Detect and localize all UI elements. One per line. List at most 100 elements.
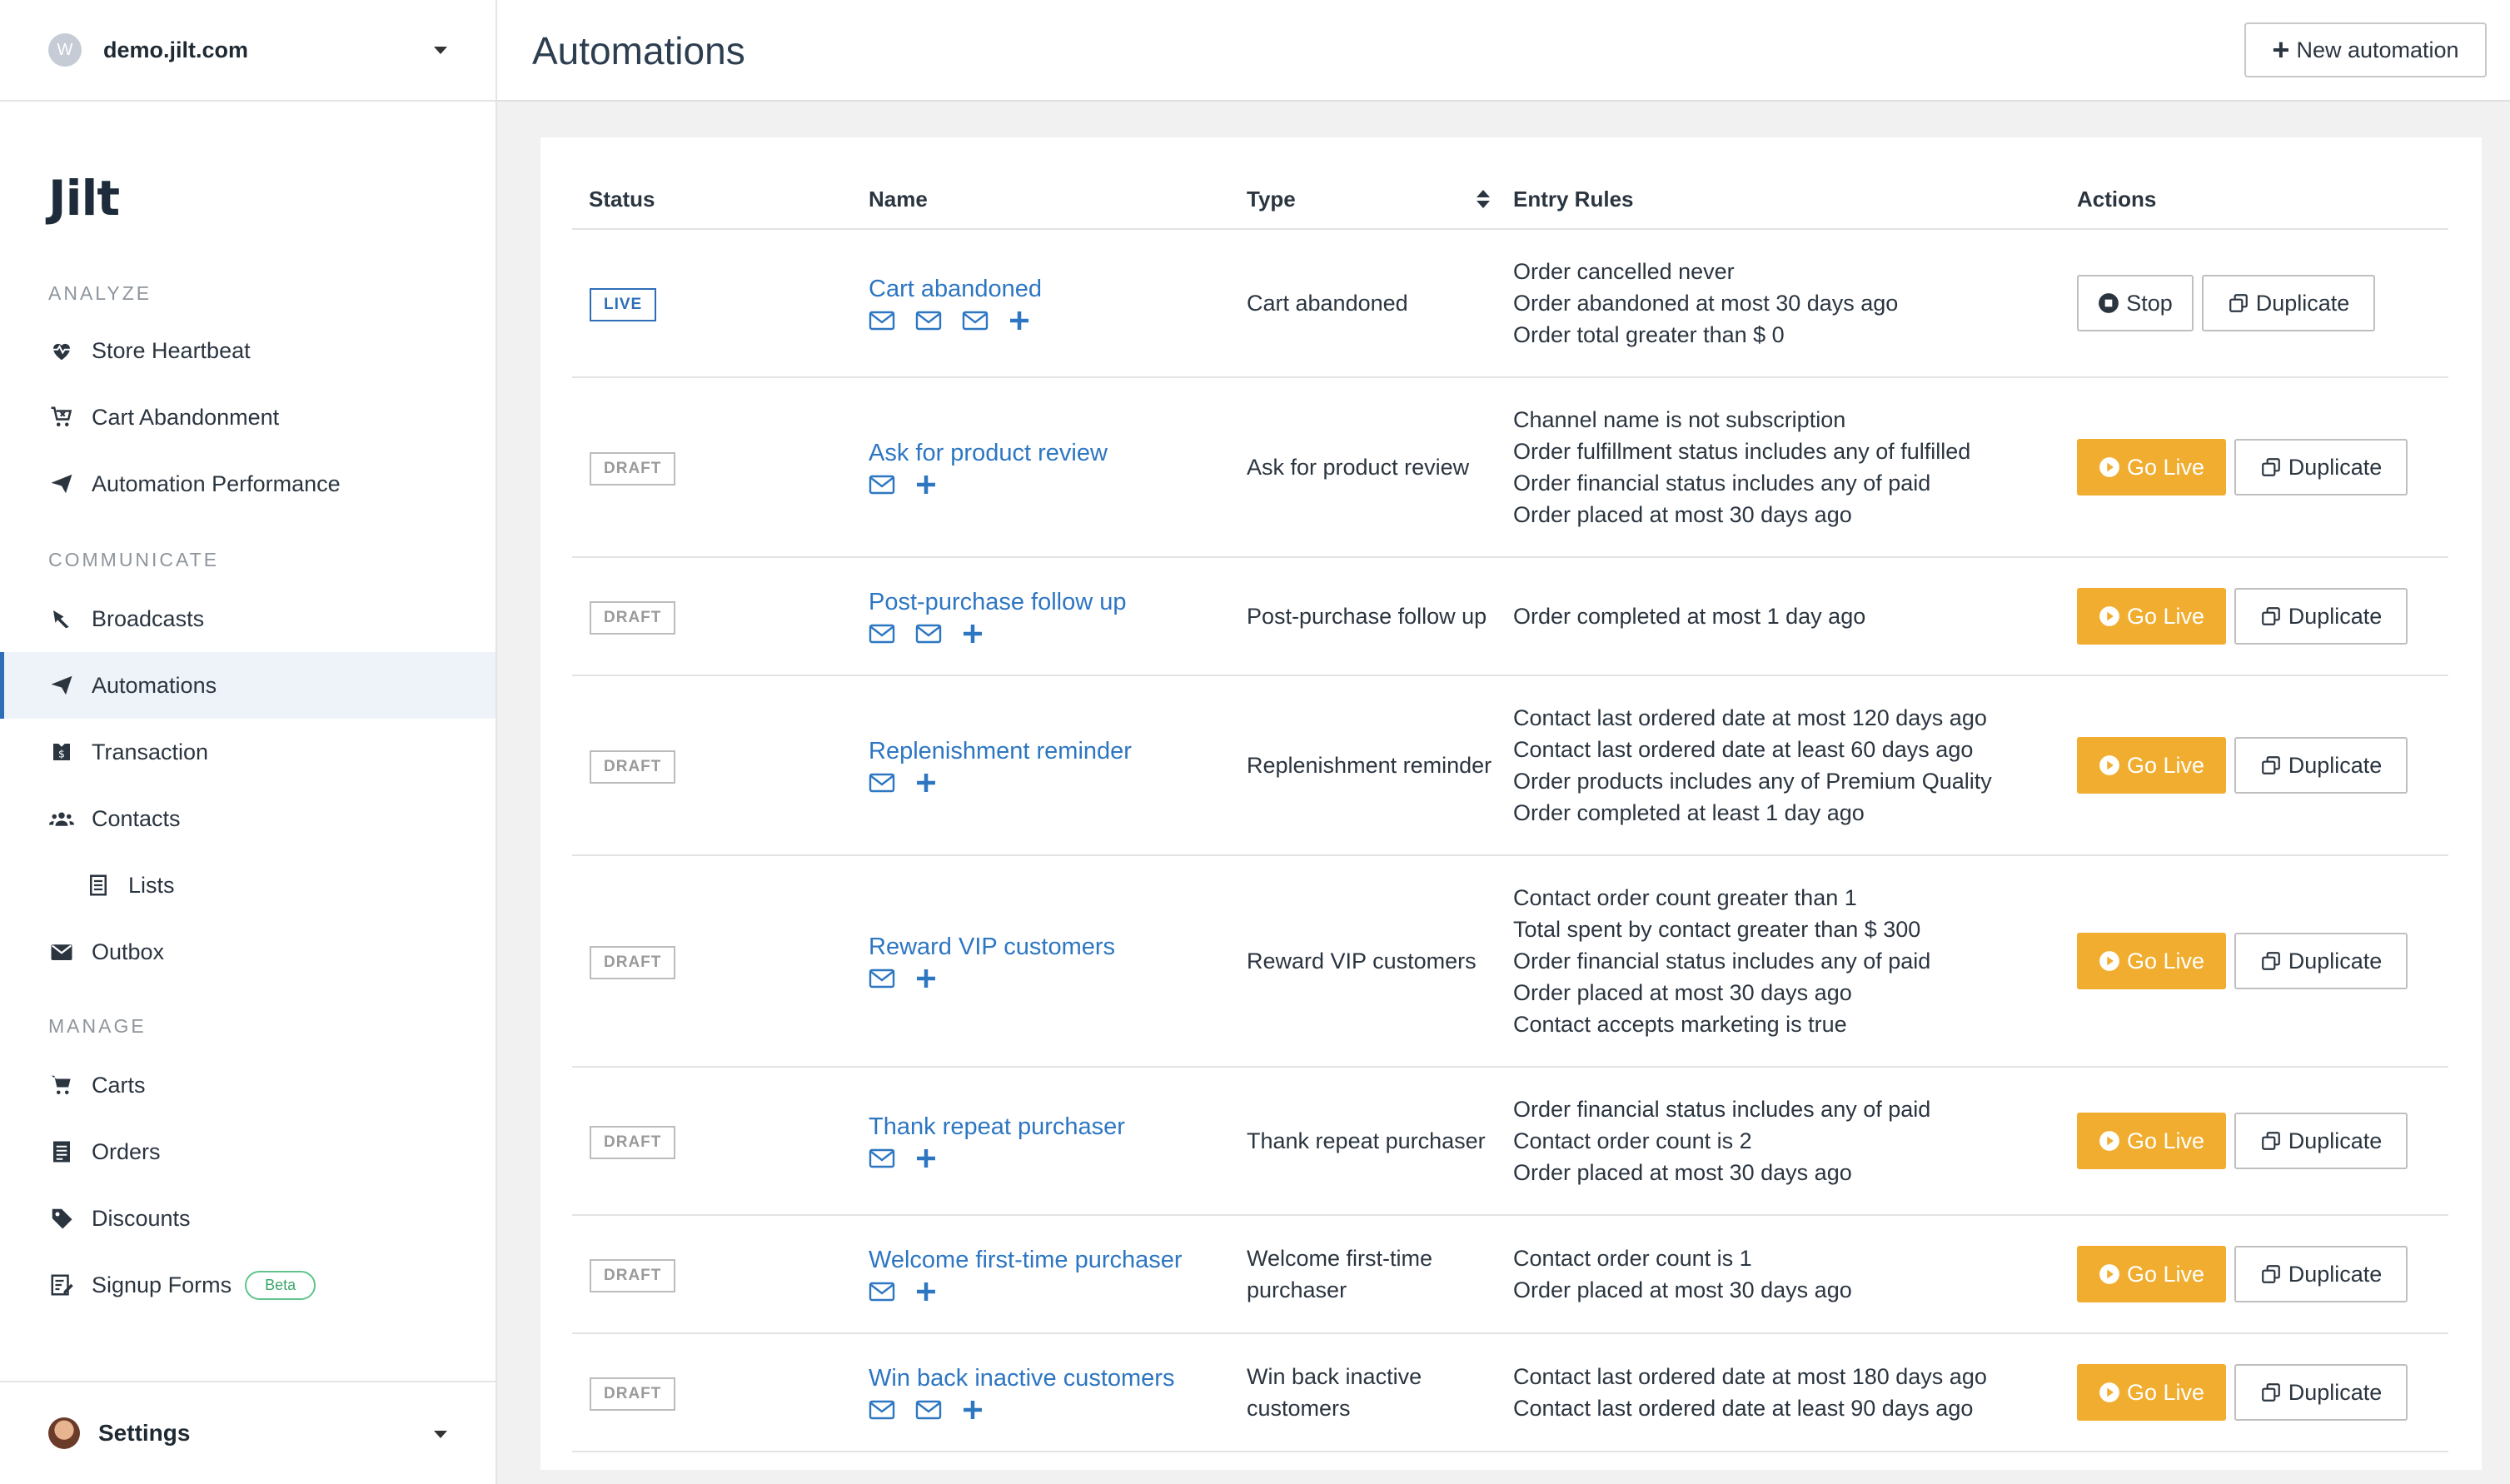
automation-name-link[interactable]: Welcome first-time purchaser bbox=[869, 1243, 1230, 1277]
site-switcher[interactable]: W demo.jilt.com bbox=[0, 0, 496, 102]
go-live-button[interactable]: Go Live bbox=[2077, 439, 2226, 495]
sidebar-item-discounts[interactable]: Discounts bbox=[0, 1185, 496, 1252]
automation-name-link[interactable]: Ask for product review bbox=[869, 436, 1230, 470]
automation-name-link[interactable]: Win back inactive customers bbox=[869, 1362, 1230, 1395]
sidebar-item-label: Discounts bbox=[92, 1205, 191, 1231]
entry-rule: Order completed at least 1 day ago bbox=[1513, 800, 1865, 825]
duplicate-button[interactable]: Duplicate bbox=[2202, 275, 2375, 331]
sidebar-item-contacts[interactable]: Contacts bbox=[0, 785, 496, 852]
actions-cell: Go Live Duplicate bbox=[2069, 1067, 2448, 1216]
new-automation-button[interactable]: + New automation bbox=[2244, 22, 2487, 77]
duplicate-icon bbox=[2228, 292, 2256, 314]
duplicate-label: Duplicate bbox=[2255, 290, 2350, 316]
table-row: DRAFT Post-purchase follow up Post-purch… bbox=[572, 557, 2448, 676]
status-badge: DRAFT bbox=[590, 945, 676, 979]
sidebar-item-cart-abandonment[interactable]: Cart Abandonment bbox=[0, 384, 496, 451]
automation-name-link[interactable]: Cart abandoned bbox=[869, 272, 1230, 306]
add-step-icon[interactable] bbox=[962, 1399, 984, 1421]
email-step-icon[interactable] bbox=[915, 623, 942, 645]
sidebar-item-automation-performance[interactable]: Automation Performance bbox=[0, 451, 496, 517]
add-step-icon[interactable] bbox=[915, 1281, 937, 1302]
stop-button[interactable]: Stop bbox=[2077, 275, 2194, 331]
duplicate-button[interactable]: Duplicate bbox=[2234, 1113, 2408, 1169]
sidebar-item-lists[interactable]: Lists bbox=[0, 852, 496, 919]
settings-menu[interactable]: Settings bbox=[0, 1381, 496, 1484]
add-step-icon[interactable] bbox=[962, 623, 984, 645]
sidebar-item-orders[interactable]: Orders bbox=[0, 1118, 496, 1185]
add-step-icon[interactable] bbox=[915, 474, 937, 495]
envelope-icon bbox=[48, 939, 75, 965]
email-step-icon[interactable] bbox=[915, 1399, 942, 1421]
email-step-icon[interactable] bbox=[869, 310, 895, 331]
sidebar-item-transaction[interactable]: $ Transaction bbox=[0, 719, 496, 785]
automation-name-link[interactable]: Post-purchase follow up bbox=[869, 585, 1230, 619]
add-step-icon[interactable] bbox=[915, 968, 937, 989]
email-step-icon[interactable] bbox=[869, 968, 895, 989]
duplicate-button[interactable]: Duplicate bbox=[2234, 933, 2408, 989]
duplicate-button[interactable]: Duplicate bbox=[2234, 1364, 2408, 1421]
column-header-name[interactable]: Name bbox=[854, 171, 1230, 230]
sidebar-item-outbox[interactable]: Outbox bbox=[0, 919, 496, 985]
go-live-button[interactable]: Go Live bbox=[2077, 1364, 2226, 1421]
add-step-icon[interactable] bbox=[915, 772, 937, 794]
type-cell: Win back inactive customers bbox=[1230, 1333, 1510, 1452]
actions-cell: Go Live Duplicate bbox=[2069, 1333, 2448, 1452]
status-badge: DRAFT bbox=[590, 749, 676, 784]
sidebar-item-signup-forms[interactable]: Signup Forms Beta bbox=[0, 1252, 496, 1318]
status-badge: DRAFT bbox=[590, 1258, 676, 1292]
go-live-button[interactable]: Go Live bbox=[2077, 933, 2226, 989]
email-step-icon[interactable] bbox=[869, 474, 895, 495]
sidebar-item-automations[interactable]: Automations bbox=[0, 652, 496, 719]
column-header-type[interactable]: Type bbox=[1230, 171, 1510, 230]
play-icon bbox=[2099, 456, 2127, 478]
name-cell: Win back inactive customers bbox=[854, 1333, 1230, 1452]
entry-rules-cell: Order completed at most 1 day ago bbox=[1510, 557, 2069, 676]
type-cell: Cart abandoned bbox=[1230, 229, 1510, 378]
sidebar-item-label: Automation Performance bbox=[92, 471, 341, 496]
go-live-button[interactable]: Go Live bbox=[2077, 588, 2226, 645]
status-cell: DRAFT bbox=[572, 675, 854, 856]
entry-rules-cell: Channel name is not subscription Order fu… bbox=[1510, 377, 2069, 558]
email-step-icon[interactable] bbox=[869, 1399, 895, 1421]
duplicate-label: Duplicate bbox=[2288, 603, 2383, 629]
add-step-icon[interactable] bbox=[1008, 310, 1030, 331]
automation-name-link[interactable]: Thank repeat purchaser bbox=[869, 1110, 1230, 1143]
entry-rules-cell: Order financial status includes any of p… bbox=[1510, 1067, 2069, 1216]
add-step-icon[interactable] bbox=[915, 1148, 937, 1169]
duplicate-button[interactable]: Duplicate bbox=[2234, 588, 2408, 645]
automation-name-link[interactable]: Replenishment reminder bbox=[869, 735, 1230, 768]
email-step-icon[interactable] bbox=[962, 310, 989, 331]
status-cell: DRAFT bbox=[572, 1333, 854, 1452]
entry-rules-cell: Contact last ordered date at most 120 da… bbox=[1510, 675, 2069, 856]
avatar bbox=[48, 1417, 80, 1449]
email-step-icon[interactable] bbox=[869, 623, 895, 645]
sort-icon[interactable] bbox=[1477, 190, 1490, 208]
table-row: DRAFT Ask for product review Ask for pro… bbox=[572, 377, 2448, 558]
go-live-button[interactable]: Go Live bbox=[2077, 1246, 2226, 1302]
duplicate-button[interactable]: Duplicate bbox=[2234, 1246, 2408, 1302]
email-step-icon[interactable] bbox=[869, 772, 895, 794]
entry-rule: Contact last ordered date at least 90 da… bbox=[1513, 1396, 1974, 1421]
automation-name-link[interactable]: Reward VIP customers bbox=[869, 930, 1230, 964]
column-header-status[interactable]: Status bbox=[572, 171, 854, 230]
sidebar-item-store-heartbeat[interactable]: Store Heartbeat bbox=[0, 317, 496, 384]
actions-cell: Stop Duplicate bbox=[2069, 229, 2448, 378]
email-step-icon[interactable] bbox=[915, 310, 942, 331]
actions-cell: Go Live Duplicate bbox=[2069, 557, 2448, 676]
step-icons bbox=[869, 620, 1230, 647]
duplicate-button[interactable]: Duplicate bbox=[2234, 737, 2408, 794]
email-step-icon[interactable] bbox=[869, 1148, 895, 1169]
go-live-button[interactable]: Go Live bbox=[2077, 1113, 2226, 1169]
sidebar-item-carts[interactable]: Carts bbox=[0, 1052, 496, 1118]
go-live-button[interactable]: Go Live bbox=[2077, 737, 2226, 794]
stop-label: Stop bbox=[2126, 290, 2173, 316]
email-step-icon[interactable] bbox=[869, 1281, 895, 1302]
automation-type: Ask for product review bbox=[1247, 455, 1470, 480]
page-title: Automations bbox=[532, 29, 745, 72]
table-body: LIVE Cart abandoned Cart abandoned Order… bbox=[572, 229, 2448, 1452]
entry-rule: Order cancelled never bbox=[1513, 259, 1735, 284]
entry-rule: Contact accepts marketing is true bbox=[1513, 1012, 1847, 1037]
duplicate-button[interactable]: Duplicate bbox=[2234, 439, 2408, 495]
site-name: demo.jilt.com bbox=[103, 37, 249, 62]
sidebar-item-broadcasts[interactable]: Broadcasts bbox=[0, 585, 496, 652]
